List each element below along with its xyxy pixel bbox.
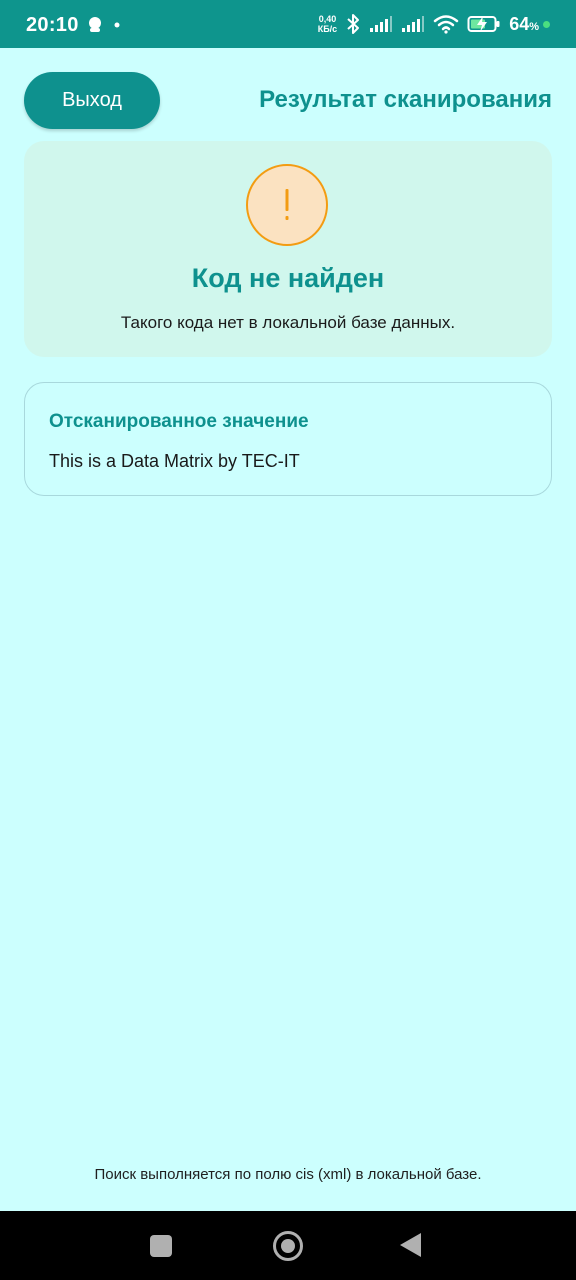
battery-percent-unit: % [529,20,539,33]
battery-charging-icon [467,16,500,32]
network-speed-value: 0,40 [318,14,337,24]
status-right-icons: 0,40 КБ/с 64% [318,12,550,36]
footer-note: Поиск выполняется по полю cis (xml) в ло… [94,1166,482,1183]
network-speed-unit: КБ/с [317,24,338,34]
warning-icon [246,164,328,246]
scanned-value-label: Отсканированное значение [49,411,309,432]
battery-percent: 64% [509,14,539,35]
bluetooth-icon [347,14,360,34]
wifi-icon [433,15,459,34]
exit-button[interactable]: Выход [24,72,160,129]
charging-dot-icon [543,20,550,28]
signal-icon [402,16,425,32]
scanned-value-card: Отсканированное значение This is a Data … [24,382,552,496]
result-card: Код не найден Такого кода нет в локально… [24,141,552,357]
page-title: Результат сканирования [259,86,552,113]
recents-icon[interactable] [150,1235,172,1257]
dot-icon [114,22,120,28]
network-speed: 0,40 КБ/с [318,14,337,34]
exclamation-icon [285,189,289,220]
battery-percent-value: 64 [509,13,530,34]
back-icon[interactable] [400,1233,421,1257]
notification-bulb-icon [89,17,101,32]
result-title: Код не найден [191,263,385,293]
scanned-value-text: This is a Data Matrix by TEC-IT [49,451,300,471]
home-icon[interactable] [273,1231,303,1261]
status-left-icons [86,16,120,34]
status-time: 20:10 [26,14,79,36]
navigation-bar [0,1211,576,1280]
signal-icon [370,16,393,32]
status-bar: 20:10 0,40 КБ/с 64% [0,0,576,48]
result-description: Такого кода нет в локальной базе данных. [120,313,456,332]
